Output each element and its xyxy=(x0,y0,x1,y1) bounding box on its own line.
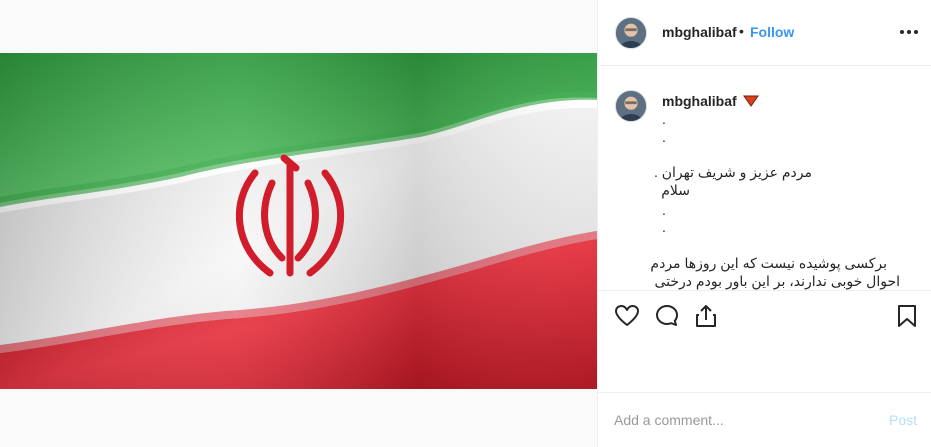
heart-icon[interactable] xyxy=(614,303,640,329)
media-area xyxy=(0,0,597,447)
profile-photo-icon xyxy=(616,91,646,121)
bookmark-icon[interactable] xyxy=(894,303,920,329)
caption-line: . xyxy=(662,219,666,235)
red-triangle-icon xyxy=(743,95,759,107)
more-options-icon[interactable] xyxy=(898,22,920,42)
post-side-panel: mbghalibaf • Follow mbghalibaf . . مردم … xyxy=(597,0,931,447)
post-header: mbghalibaf • Follow xyxy=(598,0,931,66)
caption-line: سلام xyxy=(661,182,690,198)
caption-line: . xyxy=(662,111,666,127)
comment-input[interactable] xyxy=(614,410,864,430)
profile-photo-icon xyxy=(616,18,646,48)
iran-flag-image xyxy=(0,53,597,389)
caption-avatar[interactable] xyxy=(615,90,647,122)
post-actions xyxy=(598,290,931,340)
follow-button[interactable]: Follow xyxy=(750,24,794,40)
caption-line: احوال خوبی ندارند، بر این باور بودم درخت… xyxy=(654,273,901,289)
header-username[interactable]: mbghalibaf xyxy=(662,24,737,40)
comment-bar: Post xyxy=(598,392,931,447)
caption-line: . xyxy=(662,129,666,145)
avatar[interactable] xyxy=(615,17,647,49)
post-comment-button[interactable]: Post xyxy=(889,412,917,428)
comment-icon[interactable] xyxy=(654,303,680,329)
post-image[interactable] xyxy=(0,53,597,389)
separator-dot: • xyxy=(739,23,744,39)
caption-line: برکسی پوشیده نیست که این روزها مردم xyxy=(650,255,887,271)
share-icon[interactable] xyxy=(693,303,719,329)
caption-username[interactable]: mbghalibaf xyxy=(662,93,737,109)
caption-area: mbghalibaf . . مردم عزیز و شریف تهران . … xyxy=(598,66,931,290)
caption-line: . xyxy=(662,202,666,218)
caption-line: مردم عزیز و شریف تهران . xyxy=(653,164,812,180)
